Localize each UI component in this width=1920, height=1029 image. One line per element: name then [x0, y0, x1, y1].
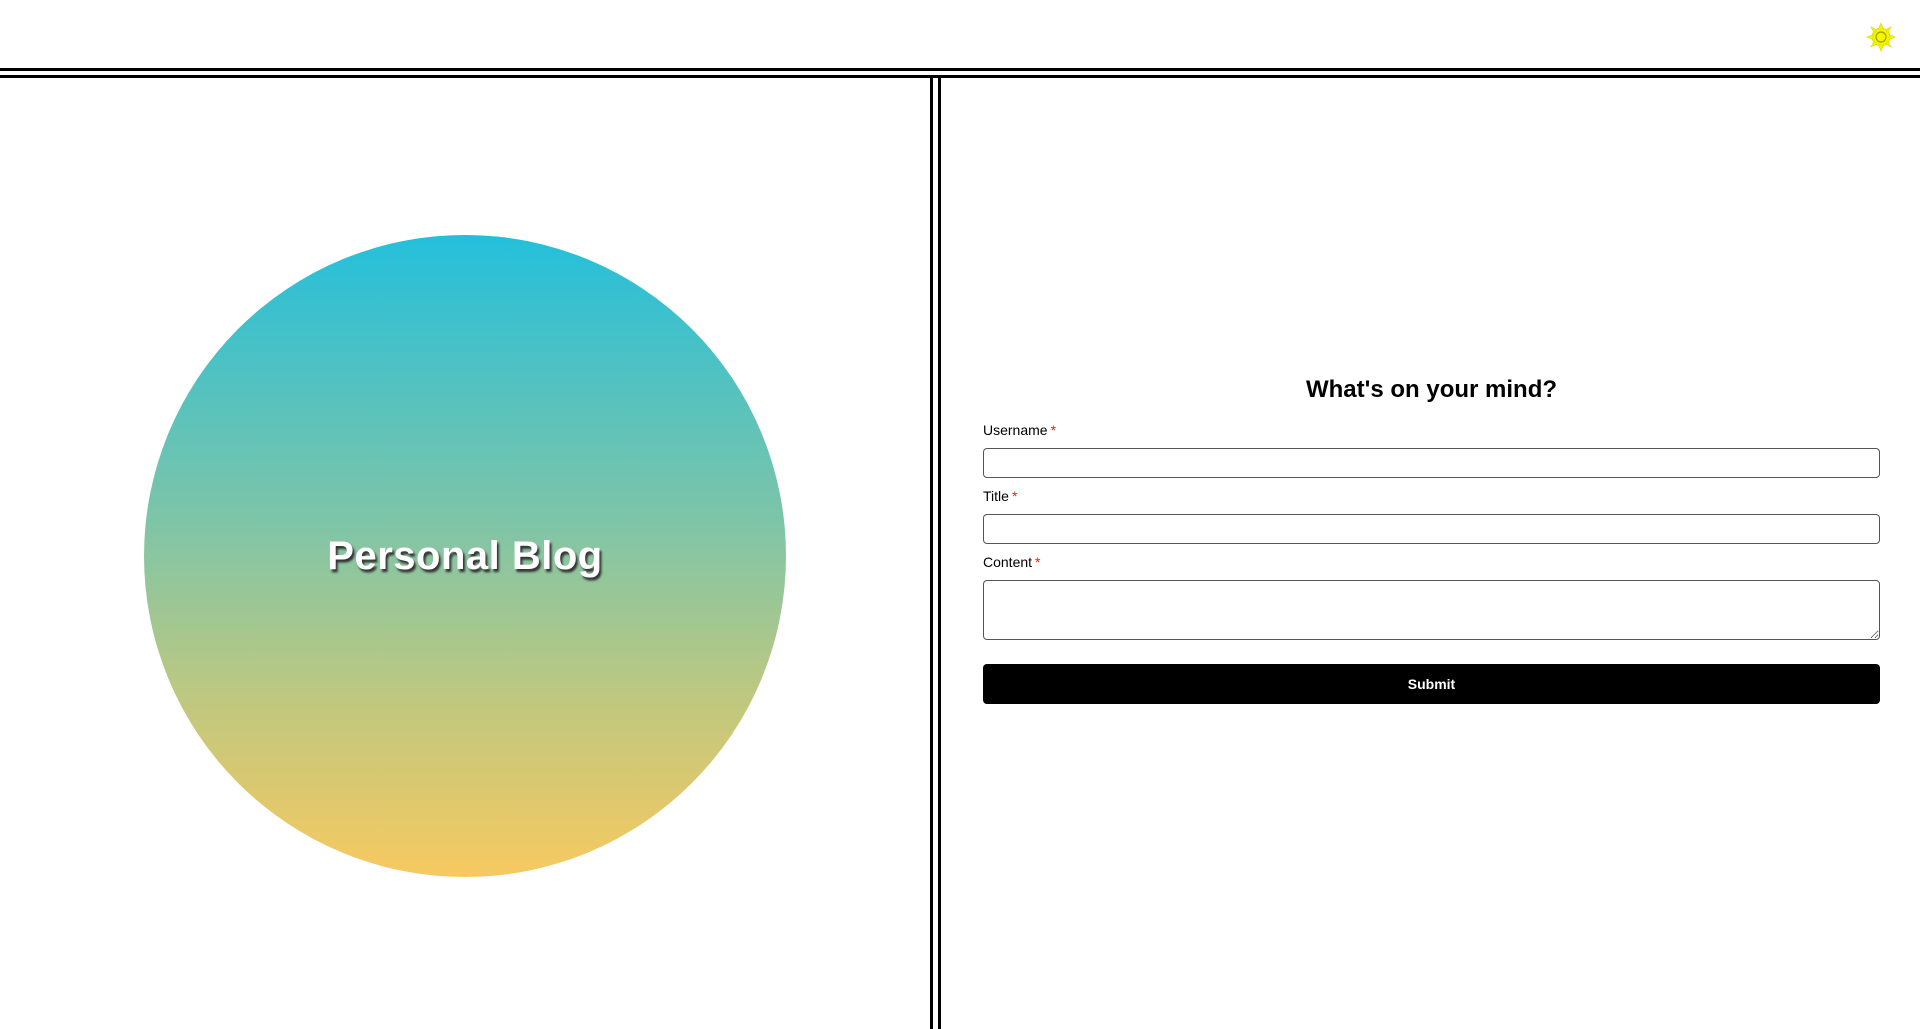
title-input[interactable] [983, 514, 1880, 544]
post-form: What's on your mind? Username * Title * Co… [983, 360, 1880, 704]
content-textarea[interactable] [983, 580, 1880, 640]
site-title: Personal Blog [327, 533, 603, 578]
required-marker: * [1050, 422, 1057, 438]
header [0, 0, 1920, 68]
form-heading: What's on your mind? [1305, 376, 1558, 403]
content-label: Content * [983, 552, 1880, 572]
column-divider-left [930, 78, 933, 1029]
username-label: Username * [983, 420, 1880, 440]
hero-circle: Personal Blog [144, 235, 786, 877]
theme-toggle-button[interactable] [1866, 22, 1896, 52]
title-label: Title * [983, 486, 1880, 506]
header-divider-top [0, 68, 1920, 71]
sun-icon [1866, 22, 1896, 52]
submit-button[interactable]: Submit [983, 664, 1880, 704]
username-label-text: Username [983, 422, 1048, 438]
username-input[interactable] [983, 448, 1880, 478]
content-label-text: Content [983, 554, 1033, 570]
title-label-text: Title [983, 488, 1009, 504]
header-divider-bottom [0, 75, 1920, 78]
column-divider-right [938, 78, 941, 1029]
required-marker: * [1035, 554, 1041, 570]
required-marker: * [1011, 488, 1018, 504]
